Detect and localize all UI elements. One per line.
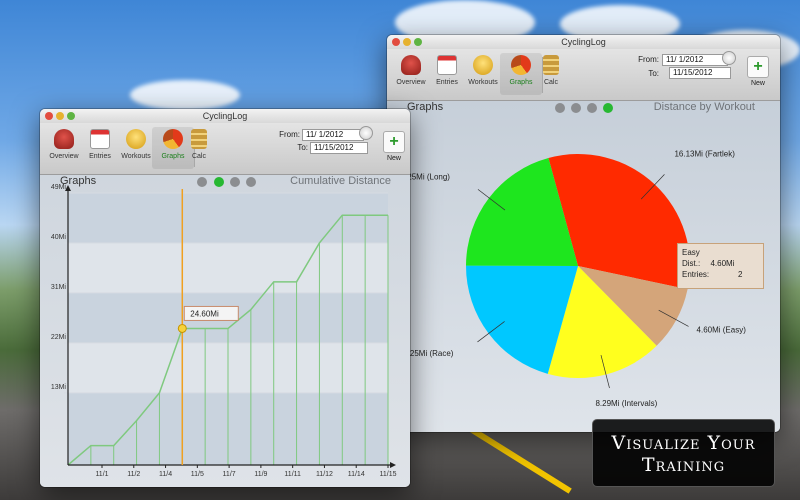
slice-label: 8.29Mi (Intervals) (595, 399, 657, 408)
x-tick-label: 11/15 (380, 471, 397, 478)
toolbar-label: Overview (396, 79, 426, 86)
toolbar-label: Workouts (468, 79, 498, 86)
toolbar-workouts-button[interactable]: Workouts (462, 55, 504, 86)
toolbar-workouts-button[interactable]: Workouts (115, 129, 157, 160)
graph-panel: Graphs Cumulative Distance 13Mi 22Mi 31Mi 4… (40, 175, 410, 487)
date-range-knob[interactable] (722, 51, 736, 65)
x-tick-label: 11/2 (127, 471, 140, 478)
grid-band (68, 242, 388, 293)
toolbar-label: Calc (543, 79, 558, 86)
toolbar-label: Overview (49, 153, 79, 160)
zoom-icon[interactable] (67, 112, 75, 120)
zoom-icon[interactable] (414, 38, 422, 46)
toolbar-label: Entries (89, 153, 111, 160)
lightbulb-icon (473, 55, 493, 75)
slice-tooltip: Easy Dist.: 4.60Mi Entries: 2 (677, 243, 764, 289)
tooltip-dist-row: Dist.: 4.60Mi (682, 258, 759, 269)
x-tick-label: 11/11 (284, 471, 301, 478)
title-bar[interactable]: CyclingLog (40, 109, 410, 123)
line-chart[interactable]: 13Mi 22Mi 31Mi 40Mi 49Mi 11/1 11/2 11/4 11/5 11/7… (40, 175, 410, 487)
toolbar-label: Calc (191, 153, 206, 160)
calculator-icon (543, 55, 559, 75)
new-label: New (386, 155, 401, 162)
y-tick-label: 40Mi (51, 234, 67, 241)
toolbar-calc-button[interactable]: Calc (178, 129, 220, 160)
back-window[interactable]: CyclingLog Overview Entries Workouts Gra… (387, 35, 780, 432)
x-tick-label: 11/9 (254, 471, 267, 478)
to-label: To: (648, 69, 659, 78)
x-tick-label: 11/7 (223, 471, 236, 478)
tooltip-entries-label: Entries: (682, 270, 710, 279)
minimize-icon[interactable] (56, 112, 64, 120)
plus-icon: + (753, 58, 763, 75)
overview-icon (54, 129, 74, 149)
close-icon[interactable] (45, 112, 53, 120)
to-date-field[interactable]: 11/15/2012 (669, 67, 731, 79)
calendar-icon (90, 129, 110, 149)
to-label: To: (297, 143, 308, 152)
from-label: From: (279, 130, 300, 139)
to-date-field[interactable]: 11/15/2012 (310, 142, 368, 154)
from-date-field[interactable]: 11/ 1/2012 (302, 129, 364, 141)
tooltip-entries-value: 2 (738, 270, 743, 279)
front-window[interactable]: CyclingLog Overview Entries Workouts Gra… (40, 109, 410, 487)
new-button[interactable]: + (383, 131, 405, 153)
new-label: New (750, 80, 765, 87)
date-range-knob[interactable] (359, 126, 373, 140)
road-line (466, 425, 572, 494)
graph-panel: Graphs Distance by Workout 16.13Mi (Fart… (387, 101, 780, 432)
x-tick-label: 11/1 (95, 471, 108, 478)
promo-banner: Visualize Your Training (592, 419, 775, 487)
window-title: CyclingLog (561, 37, 606, 47)
from-date-field[interactable]: 11/ 1/2012 (662, 54, 728, 66)
highlight-point[interactable] (177, 323, 187, 333)
cloud (130, 80, 240, 110)
y-tick-label: 31Mi (51, 284, 67, 291)
tooltip-dist-value: 4.60Mi (710, 259, 735, 268)
toolbar-calc-button[interactable]: Calc (530, 55, 572, 86)
slice-label: 16.13Mi (Fartlek) (674, 149, 735, 158)
pie-chart-icon (511, 55, 531, 75)
x-tick-label: 11/4 (159, 471, 172, 478)
x-tick-label: 11/5 (191, 471, 204, 478)
lightbulb-icon (126, 129, 146, 149)
y-tick-label: 13Mi (51, 384, 67, 391)
toolbar-label: Workouts (121, 153, 151, 160)
tooltip-title: Easy (682, 248, 700, 257)
minimize-icon[interactable] (403, 38, 411, 46)
toolbar-label: Entries (436, 79, 458, 86)
overview-icon (401, 55, 421, 75)
value-tooltip: 24.60Mi (190, 309, 219, 318)
close-icon[interactable] (392, 38, 400, 46)
title-bar[interactable]: CyclingLog (387, 35, 780, 49)
banner-line-1: Visualize Your (611, 432, 756, 454)
y-tick-label: 49Mi (51, 184, 67, 191)
new-button[interactable]: + (747, 56, 769, 78)
x-tick-label: 11/12 (316, 471, 333, 478)
x-tick-label: 11/14 (348, 471, 365, 478)
slice-label: 4.60Mi (Easy) (697, 325, 747, 334)
calendar-icon (437, 55, 457, 75)
from-label: From: (638, 55, 659, 64)
x-axis-arrow (390, 462, 396, 468)
y-tick-label: 22Mi (51, 334, 67, 341)
window-title: CyclingLog (202, 111, 248, 121)
calculator-icon (191, 129, 207, 149)
toolbar: Overview Entries Workouts Graphs Calc Fr… (40, 123, 410, 175)
tooltip-dist-label: Dist.: (682, 259, 701, 268)
plus-icon: + (389, 133, 399, 150)
toolbar: Overview Entries Workouts Graphs Calc Fr… (387, 49, 780, 101)
tooltip-entries-row: Entries: 2 (682, 269, 759, 280)
banner-line-2: Training (641, 454, 726, 476)
